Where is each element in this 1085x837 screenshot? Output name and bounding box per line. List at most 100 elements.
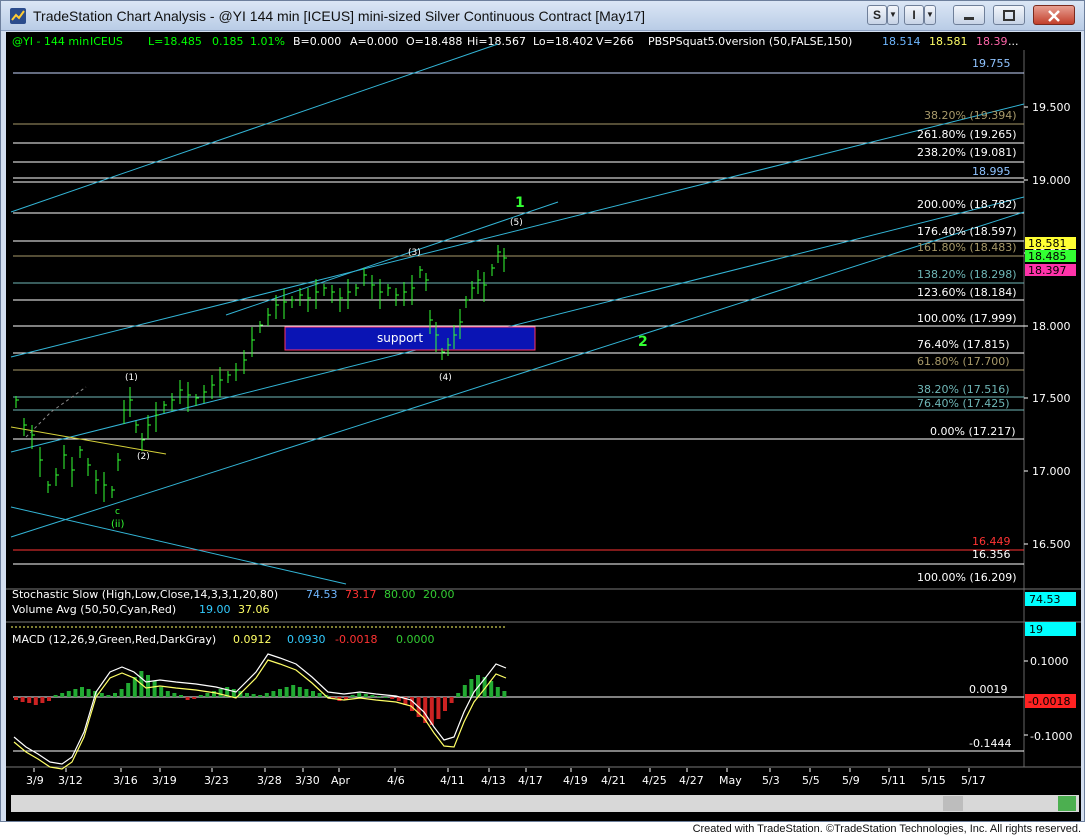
date-axis-label: 4/25 bbox=[642, 774, 667, 787]
macd-bar bbox=[258, 695, 263, 697]
price-axis-ticks bbox=[1024, 106, 1028, 545]
window-title: TradeStation Chart Analysis - @YI 144 mi… bbox=[33, 8, 646, 24]
date-axis-label: 5/15 bbox=[921, 774, 946, 787]
stochastic-os: 20.00 bbox=[423, 588, 455, 601]
macd-tag: -0.0018 bbox=[1028, 695, 1070, 708]
fib-label: 200.00% (18.782) bbox=[917, 198, 1017, 211]
chevron-down-icon[interactable]: ▼ bbox=[924, 5, 936, 25]
horizontal-scrollbar[interactable] bbox=[11, 795, 1079, 812]
macd-bar bbox=[60, 693, 65, 697]
fib-label: 161.80% (18.483) bbox=[917, 241, 1017, 254]
chevron-down-icon[interactable]: ▼ bbox=[887, 5, 899, 25]
i-button[interactable]: I bbox=[904, 5, 924, 25]
stochastic-d: 73.17 bbox=[345, 588, 377, 601]
macd-bar bbox=[357, 693, 362, 697]
price-tags: 18.581 18.485 18.397 bbox=[1025, 237, 1076, 277]
macd-bar bbox=[390, 697, 395, 699]
price-axis-label: 17.000 bbox=[1032, 465, 1071, 478]
macd-bar bbox=[47, 697, 51, 701]
fib-labels: 19.755 38.20% (19.394) 261.80% (19.265) 238… bbox=[917, 57, 1017, 584]
macd-bar bbox=[192, 697, 197, 699]
date-axis-label: 5/11 bbox=[881, 774, 906, 787]
date-axis-label: 3/19 bbox=[152, 774, 177, 787]
fib-label: 100.00% (16.209) bbox=[917, 571, 1017, 584]
macd-bar bbox=[317, 693, 322, 697]
macd-bar bbox=[86, 689, 91, 697]
fib-label: 16.356 bbox=[972, 548, 1011, 561]
macd-bar bbox=[14, 697, 18, 700]
date-axis-label: 4/13 bbox=[481, 774, 506, 787]
maximize-icon bbox=[1003, 10, 1015, 21]
chart-area[interactable]: @YI - 144 min ICEUS L=18.485 0.185 1.01%… bbox=[6, 32, 1081, 821]
macd-bar bbox=[106, 695, 111, 697]
study-name: PBSPSquat5.0version (50,FALSE,150) bbox=[648, 35, 852, 48]
wave-i2-label: (2) bbox=[137, 452, 150, 462]
fib-label: 100.00% (17.999) bbox=[917, 312, 1017, 325]
macd-bar bbox=[231, 689, 236, 697]
fib-label: 0.00% (17.217) bbox=[930, 425, 1016, 438]
minimize-button[interactable] bbox=[953, 5, 985, 25]
macd-bar bbox=[278, 689, 282, 697]
macd-bar bbox=[377, 696, 381, 697]
macd-bar bbox=[185, 697, 190, 700]
macd-bar bbox=[40, 697, 45, 703]
macd-bar bbox=[383, 697, 388, 698]
date-axis-label: Apr bbox=[331, 774, 351, 787]
footer-credit: Created with TradeStation. ©TradeStation… bbox=[692, 823, 1081, 835]
chart-header: @YI - 144 min ICEUS L=18.485 0.185 1.01%… bbox=[12, 35, 1019, 48]
macd-histogram bbox=[14, 671, 507, 725]
study-value-2: 18.581 bbox=[929, 35, 968, 48]
chart-window: TradeStation Chart Analysis - @YI 144 mi… bbox=[0, 0, 1085, 822]
macd-bar bbox=[33, 697, 38, 705]
fib-label: 61.80% (17.700) bbox=[917, 355, 1010, 368]
fib-label: 38.20% (17.516) bbox=[917, 383, 1010, 396]
bid-value: B=0.000 bbox=[293, 35, 341, 48]
macd-bar bbox=[165, 691, 170, 697]
maximize-button[interactable] bbox=[993, 5, 1025, 25]
macd-v3: -0.0018 bbox=[335, 633, 377, 646]
macd-bar bbox=[146, 675, 150, 697]
macd-bar bbox=[152, 681, 157, 697]
macd-bar bbox=[462, 685, 467, 697]
macd-bar bbox=[159, 687, 164, 697]
fib-label: 18.995 bbox=[972, 165, 1011, 178]
symbol-label: @YI - 144 min bbox=[12, 35, 89, 48]
date-axis-label: 4/21 bbox=[601, 774, 626, 787]
macd-bar bbox=[370, 695, 375, 697]
macd-bar bbox=[245, 693, 249, 697]
macd-bar bbox=[304, 689, 309, 697]
close-icon bbox=[1048, 10, 1060, 22]
price-tag-low: 18.397 bbox=[1028, 264, 1067, 277]
macd-bar bbox=[291, 685, 296, 697]
macd-axis-high: 0.1000 bbox=[1030, 655, 1069, 668]
price-tag-last: 18.485 bbox=[1028, 250, 1067, 263]
macd-bar bbox=[27, 697, 32, 703]
scrollbar-thumb[interactable] bbox=[943, 796, 963, 811]
date-axis-label: 5/9 bbox=[842, 774, 860, 787]
open-value: O=18.488 bbox=[406, 35, 462, 48]
stochastic-title: Stochastic Slow (High,Low,Close,14,3,3,1… bbox=[12, 588, 278, 601]
volume-tag: 19 bbox=[1029, 623, 1043, 636]
chart-app-icon bbox=[10, 8, 26, 24]
macd-bar bbox=[311, 691, 315, 697]
fib-label: 38.20% (19.394) bbox=[924, 109, 1017, 122]
macd-bar bbox=[119, 689, 124, 697]
date-axis-label: 4/17 bbox=[518, 774, 543, 787]
macd-bar bbox=[489, 681, 494, 697]
title-bar[interactable]: TradeStation Chart Analysis - @YI 144 mi… bbox=[1, 1, 1084, 31]
s-button[interactable]: S bbox=[867, 5, 887, 25]
macd-bar bbox=[73, 689, 78, 697]
macd-bar bbox=[198, 695, 203, 697]
change-value: 0.185 bbox=[212, 35, 244, 48]
price-bars bbox=[15, 245, 507, 502]
scroll-right-button[interactable] bbox=[1058, 796, 1076, 811]
close-button[interactable] bbox=[1033, 5, 1075, 25]
support-box[interactable]: support bbox=[284, 326, 536, 351]
macd-bar bbox=[53, 695, 58, 697]
date-axis-label: 4/11 bbox=[440, 774, 465, 787]
macd-bar bbox=[66, 691, 71, 697]
stochastic-ob: 80.00 bbox=[384, 588, 416, 601]
macd-bar bbox=[179, 695, 183, 697]
fib-label: 138.20% (18.298) bbox=[917, 268, 1017, 281]
wave-5-label: (5) bbox=[510, 218, 523, 228]
